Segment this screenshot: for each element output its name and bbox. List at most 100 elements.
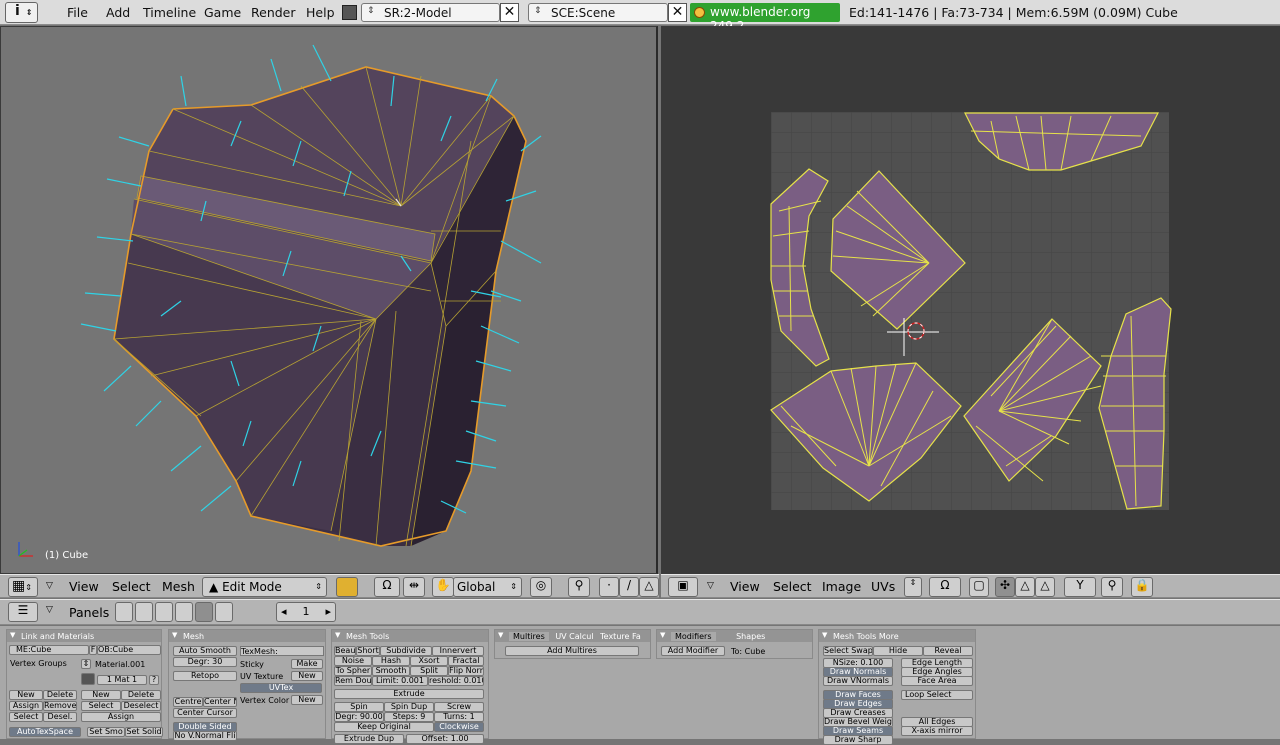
vgroup-select-button[interactable]: Select: [9, 712, 43, 722]
logic-context-icon[interactable]: [115, 602, 133, 622]
vgroup-assign-button[interactable]: Assign: [9, 701, 43, 711]
beauty-toggle[interactable]: Beaut: [334, 646, 356, 656]
material-new-button[interactable]: New: [81, 690, 121, 700]
hide-button[interactable]: Hide: [873, 646, 923, 656]
tab-modifiers[interactable]: Modifiers: [671, 632, 716, 641]
uv-image-editor[interactable]: [661, 26, 1280, 574]
set-smooth-button[interactable]: Set Smo: [87, 727, 125, 737]
mode-selector[interactable]: ▲ Edit Mode ⇕: [202, 577, 327, 597]
extrude-button[interactable]: Extrude: [334, 689, 484, 699]
draw-vnormals-toggle[interactable]: Draw VNormals: [823, 676, 893, 686]
pivot-icon[interactable]: Ω: [374, 577, 400, 597]
fractal-button[interactable]: Fractal: [448, 656, 484, 666]
loop-select-dropdown[interactable]: Loop Select: [901, 690, 973, 700]
material-delete-button[interactable]: Delete: [121, 690, 161, 700]
orientation-selector[interactable]: Global ⇕: [453, 577, 522, 597]
menu-mesh[interactable]: Mesh: [162, 579, 195, 594]
collapse-menu-uv-icon[interactable]: ▽: [707, 581, 714, 591]
editor-type-buttons-icon[interactable]: ☰: [8, 602, 38, 622]
spin-button[interactable]: Spin: [334, 702, 384, 712]
scene-selector[interactable]: ⇕ SCE:Scene: [528, 3, 668, 22]
face-select-icon[interactable]: △: [639, 577, 659, 597]
extrude-dup-button[interactable]: Extrude Dup: [334, 734, 404, 744]
tab-uv-calculation[interactable]: UV Calcul: [555, 632, 593, 641]
short-toggle[interactable]: Short: [356, 646, 380, 656]
material-select-button[interactable]: Select: [81, 701, 121, 711]
material-assign-button[interactable]: Assign: [81, 712, 161, 722]
panels-label[interactable]: Panels: [69, 605, 109, 620]
fake-user-button[interactable]: F: [89, 645, 97, 655]
add-modifier-button[interactable]: Add Modifier: [661, 646, 725, 656]
mesh-datablock-field[interactable]: ME:Cube: [9, 645, 89, 655]
edge-select-icon[interactable]: /: [619, 577, 639, 597]
menu-file[interactable]: File: [67, 5, 88, 20]
hand-icon[interactable]: ✋: [432, 577, 454, 597]
split-button[interactable]: Split: [410, 666, 448, 676]
spin-dup-button[interactable]: Spin Dup: [384, 702, 434, 712]
center-new-button[interactable]: Center Ne: [203, 697, 237, 707]
retopo-toggle[interactable]: Retopo: [173, 671, 237, 681]
frame-field[interactable]: ◂ 1 ▸: [276, 602, 336, 622]
scene-context-icon[interactable]: [215, 602, 233, 622]
turns-field[interactable]: Turns: 1: [434, 712, 484, 722]
steps-field[interactable]: Steps: 9: [384, 712, 434, 722]
vgroup-delete-button[interactable]: Delete: [43, 690, 77, 700]
shading-context-icon[interactable]: [155, 602, 173, 622]
smooth-degree-field[interactable]: Degr: 30: [173, 657, 237, 667]
auto-smooth-toggle[interactable]: Auto Smooth: [173, 646, 237, 656]
uv-lock-icon[interactable]: 🔒: [1131, 577, 1153, 597]
remove-doubles-button[interactable]: Rem Dou: [334, 676, 372, 686]
menu-view-3d[interactable]: View: [69, 579, 99, 594]
sticky-make-button[interactable]: Make: [291, 659, 323, 669]
set-solid-button[interactable]: Set Solid: [125, 727, 163, 737]
draw-type-icon[interactable]: [336, 577, 358, 597]
subdivide-button[interactable]: Subdivide: [380, 646, 432, 656]
menu-game[interactable]: Game: [204, 5, 241, 20]
draw-sharp-toggle[interactable]: Draw Sharp: [823, 735, 893, 745]
uv-texture-new-button[interactable]: New: [291, 671, 323, 681]
uvtex-layer-field[interactable]: UVTex: [240, 683, 322, 693]
clockwise-toggle[interactable]: Clockwise: [434, 722, 484, 732]
object-context-icon[interactable]: [175, 602, 193, 622]
centre-button[interactable]: Centre: [173, 697, 203, 707]
vgroup-remove-button[interactable]: Remove: [43, 701, 77, 711]
uv-pivot-icon[interactable]: Ω: [929, 577, 961, 597]
widget-icon[interactable]: ⇹: [403, 577, 425, 597]
vgroup-new-button[interactable]: New: [9, 690, 43, 700]
menu-uvs[interactable]: UVs: [871, 579, 895, 594]
collapse-menu-buttons-icon[interactable]: ▽: [46, 605, 53, 615]
uv-edge-select-icon[interactable]: △: [1015, 577, 1035, 597]
screen-selector[interactable]: ⇕ SR:2-Model: [361, 3, 500, 22]
material-help-button[interactable]: ?: [149, 675, 159, 685]
uv-snap-icon[interactable]: ⚲: [1101, 577, 1123, 597]
uv-vertex-select-icon[interactable]: ✣: [995, 577, 1015, 597]
menu-image[interactable]: Image: [822, 579, 861, 594]
scene-delete-button[interactable]: ✕: [668, 3, 687, 22]
menu-timeline[interactable]: Timeline: [143, 5, 196, 20]
uv-face-select-icon[interactable]: △: [1035, 577, 1055, 597]
spin-degree-field[interactable]: Degr: 90.00: [334, 712, 384, 722]
version-badge[interactable]: www.blender.org 249.2: [690, 3, 840, 33]
flip-normals-button[interactable]: Flip Norm: [448, 666, 484, 676]
collapse-menu-icon[interactable]: ▽: [46, 581, 53, 591]
vertex-color-new-button[interactable]: New: [291, 695, 323, 705]
threshold-field[interactable]: reshold: 0.010: [428, 676, 484, 686]
material-browse-button[interactable]: ⇕: [81, 659, 91, 669]
tab-texture-face[interactable]: Texture Fa: [600, 632, 641, 641]
editor-type-3d-icon[interactable]: ▦⇕: [8, 577, 38, 597]
menu-select-3d[interactable]: Select: [112, 579, 151, 594]
noise-button[interactable]: Noise: [334, 656, 372, 666]
vertex-select-icon[interactable]: ·: [599, 577, 619, 597]
menu-view-uv[interactable]: View: [730, 579, 760, 594]
smooth-button[interactable]: Smooth: [372, 666, 410, 676]
face-area-toggle[interactable]: Face Area: [901, 676, 973, 686]
menu-help[interactable]: Help: [306, 5, 335, 20]
add-multires-button[interactable]: Add Multires: [505, 646, 639, 656]
proportional-icon[interactable]: ◎: [530, 577, 552, 597]
screw-button[interactable]: Screw: [434, 702, 484, 712]
script-context-icon[interactable]: [135, 602, 153, 622]
select-swap-button[interactable]: Select Swap: [823, 646, 873, 656]
center-cursor-button[interactable]: Center Cursor: [173, 708, 237, 718]
uv-sticky-icon[interactable]: ▢: [969, 577, 989, 597]
uv-island-icon[interactable]: Y: [1064, 577, 1096, 597]
